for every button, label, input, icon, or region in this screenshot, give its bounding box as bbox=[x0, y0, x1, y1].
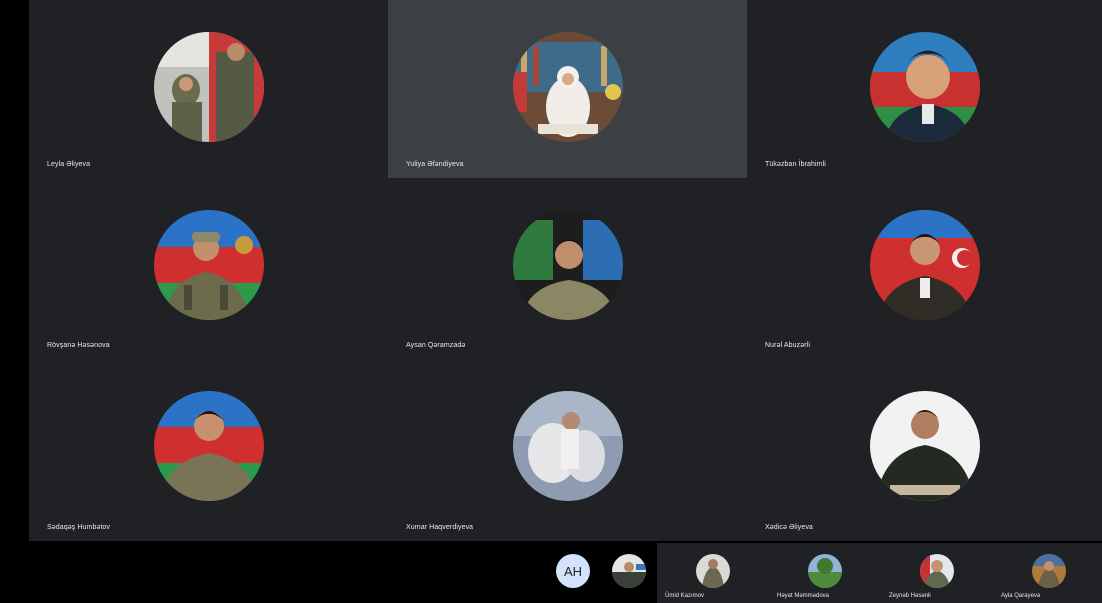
participant-avatar bbox=[512, 391, 623, 501]
participant-grid: Leyla Əliyeva Yuliya Əfəndiyeva Tükəzban… bbox=[29, 0, 1102, 541]
self-avatar[interactable]: AH bbox=[556, 554, 590, 588]
participant-name: Nurəl Abuzərli bbox=[765, 342, 810, 349]
participant-avatar bbox=[920, 554, 954, 588]
participant-name: Aysan Qəramzadə bbox=[406, 342, 466, 349]
participant-avatar bbox=[869, 391, 980, 501]
participant-name: Leyla Əliyeva bbox=[47, 161, 91, 168]
participant-name: Xədicə Əliyeva bbox=[765, 524, 813, 531]
participant-tile-active[interactable]: Yuliya Əfəndiyeva bbox=[388, 0, 747, 178]
strip-tile[interactable]: Zeynəb Həsənli bbox=[881, 543, 993, 603]
participant-avatar bbox=[153, 210, 264, 320]
participant-avatar bbox=[512, 210, 623, 320]
participant-name: Sədaqəş Humbətov bbox=[47, 524, 111, 531]
participant-name: Xumar Haqverdiyeva bbox=[406, 524, 474, 531]
participant-tile[interactable]: Xədicə Əliyeva bbox=[747, 359, 1102, 541]
strip-participant-name: Ayla Qarayeva bbox=[1001, 593, 1041, 599]
strip-tile[interactable]: Ümid Kazımov bbox=[657, 543, 769, 603]
strip-tile[interactable]: Ayla Qarayeva bbox=[993, 543, 1102, 603]
participant-avatar bbox=[869, 32, 980, 142]
self-camera-thumbnail[interactable] bbox=[612, 554, 646, 588]
participant-avatar bbox=[512, 32, 623, 142]
participant-avatar bbox=[1032, 554, 1066, 588]
strip-tile[interactable]: Həyat Məmmədova bbox=[769, 543, 881, 603]
participant-tile[interactable]: Leyla Əliyeva bbox=[29, 0, 388, 178]
participant-tile[interactable]: Xumar Haqverdiyeva bbox=[388, 359, 747, 541]
strip-participant-name: Həyat Məmmədova bbox=[777, 593, 830, 599]
participant-name: Yuliya Əfəndiyeva bbox=[406, 161, 464, 168]
participant-tile[interactable]: Aysan Qəramzadə bbox=[388, 178, 747, 359]
participant-avatar bbox=[808, 554, 842, 588]
participant-tile[interactable]: Sədaqəş Humbətov bbox=[29, 359, 388, 541]
participant-avatar bbox=[869, 210, 980, 320]
participant-tile[interactable]: Tükəzban İbrahimli bbox=[747, 0, 1102, 178]
participant-avatar bbox=[696, 554, 730, 588]
strip-participant-name: Ümid Kazımov bbox=[665, 593, 705, 599]
participant-name: Rövşanə Həsənova bbox=[47, 342, 110, 349]
participant-tile[interactable]: Nurəl Abuzərli bbox=[747, 178, 1102, 359]
participant-name: Tükəzban İbrahimli bbox=[765, 161, 826, 168]
strip-participant-name: Zeynəb Həsənli bbox=[889, 593, 931, 599]
participant-avatar bbox=[153, 391, 264, 501]
participant-avatar bbox=[153, 32, 264, 142]
participant-tile[interactable]: Rövşanə Həsənova bbox=[29, 178, 388, 359]
